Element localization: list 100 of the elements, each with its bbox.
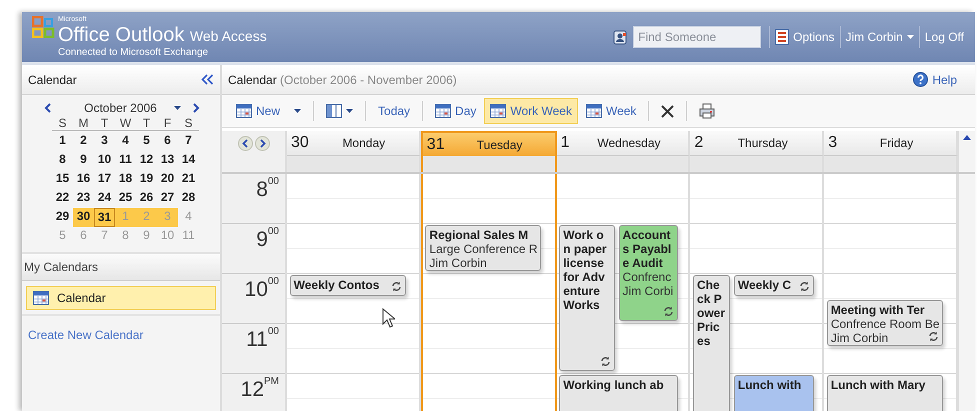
weekday-label: T [100,116,110,130]
calendar-day[interactable]: 15 [52,170,73,189]
calendar-day[interactable]: 9 [73,151,94,170]
scrollbar-track[interactable] [958,174,975,411]
calendar-day[interactable]: 12 [136,151,157,170]
columns-layout-icon [326,104,342,118]
day-header[interactable]: 3 Friday [824,131,958,156]
calendar-day[interactable]: 1 [52,132,73,151]
weekday-label: W [118,116,132,130]
dropdown-caret-icon [346,109,354,113]
recurrence-icon [799,281,810,292]
calendar-event[interactable]: Lunch with Mary [826,375,943,411]
calendar-event[interactable]: Lunch with [734,375,814,411]
dropdown-caret-icon [294,109,302,113]
options-list-icon [775,29,790,45]
calendar-day[interactable]: 13 [157,151,178,170]
calendar-day[interactable]: 21 [178,170,199,189]
calendar-day[interactable]: 8 [52,151,73,170]
all-day-cell[interactable] [824,156,958,172]
day-header[interactable]: 30 Monday [287,131,421,156]
hour-label: 9$^{00}$ [256,228,279,251]
calendar-day[interactable]: 29 [52,208,73,227]
calendar-day[interactable]: 10 [94,151,115,170]
collapse-icon[interactable] [201,74,214,85]
calendar-day[interactable]: 14 [178,151,199,170]
calendar-event[interactable]: Regional Sales M Large Conference R Jim Corbin [425,225,542,271]
next-week-icon[interactable] [254,136,270,151]
day-header[interactable]: 1 Wednesday [556,131,690,156]
help-link[interactable]: Help [913,72,957,87]
calendar-event[interactable]: Accounts Payable Audit Confrenc Jim Corbi [618,225,678,321]
calendar-day[interactable]: 22 [52,189,73,208]
calendar-day[interactable]: 2 [73,132,94,151]
printer-icon [699,103,716,119]
calendar-day[interactable]: 19 [136,170,157,189]
day-header[interactable]: 31 Tuesday [420,131,557,156]
calendar-day[interactable]: 28 [178,189,199,208]
product-title: Office Outlook Web Access [58,24,267,46]
calendar-day[interactable]: 25 [115,189,136,208]
calendar-event[interactable]: Weekly C [734,275,814,296]
previous-week-icon[interactable] [238,136,252,151]
calendar-day[interactable]: 3 [94,132,115,151]
calendar-event[interactable]: Working lunch ab [559,375,678,411]
calendar-day[interactable]: 27 [157,189,178,208]
recurrence-icon [600,356,611,367]
calendar-day[interactable]: 11 [115,151,136,170]
recurrence-icon [390,281,402,292]
address-book-icon[interactable] [612,30,628,44]
view-button[interactable]: Work Week [484,98,578,124]
calendar-day[interactable]: 5 [136,132,157,151]
mouse-pointer-icon [382,308,395,328]
all-day-cell[interactable] [556,156,690,172]
view-title: Calendar (October 2006 - November 2006) [228,72,457,86]
day-header[interactable]: 2 Thursday [690,131,824,156]
month-label: October 2006 [84,100,157,114]
hour-label: 11$^{00}$ [246,328,279,351]
calendar-day[interactable]: 31 [94,208,115,227]
sidebar-title: Calendar [28,72,77,86]
all-day-cell[interactable] [287,156,421,172]
calendar-event[interactable]: Work on paper license for Adventure Works [559,225,615,371]
calendar-day[interactable]: 24 [94,189,115,208]
recurrence-icon [662,306,674,317]
calendar-event[interactable]: Weekly Contos [290,275,406,296]
calendar-list-item[interactable]: Calendar [26,286,216,310]
dropdown-caret-icon [174,106,181,110]
today-button[interactable]: Today [372,98,416,124]
calendar-day[interactable]: 23 [73,189,94,208]
create-calendar-link[interactable]: Create New Calendar [28,328,144,342]
calendar-icon [435,104,452,118]
calendar-day[interactable]: 18 [115,170,136,189]
calendar-day[interactable]: 7 [178,132,199,151]
calendar-day[interactable]: 26 [136,189,157,208]
calendar-event[interactable]: Check Power Prices [693,275,730,411]
find-someone-field[interactable]: Find Someone [633,26,762,48]
hour-label: 12$^{PM}$ [240,378,279,401]
view-button[interactable]: Day [429,98,482,124]
new-button[interactable]: New [230,98,286,124]
calendar-event[interactable]: Meeting with Ter Confrence Room Be Jim Corbin [826,300,943,346]
hour-label: 10$^{00}$ [244,278,279,301]
connection-status: Connected to Microsoft Exchange [58,46,210,58]
dropdown-caret-icon [906,35,914,39]
previous-month-icon[interactable] [44,102,51,112]
calendar-day[interactable]: 30 [73,208,94,227]
section-header: My Calendars [22,254,220,281]
close-icon [661,104,674,118]
calendar-icon [490,104,506,118]
view-button[interactable]: Week [580,98,642,124]
calendar-day[interactable]: 20 [157,170,178,189]
calendar-icon [33,291,49,305]
weekday-label: M [78,116,90,130]
calendar-day[interactable]: 6 [157,132,178,151]
weekday-label: S [183,116,194,130]
all-day-cell[interactable] [420,156,557,172]
calendar-day[interactable]: 16 [73,170,94,189]
hour-label: 8$^{00}$ [256,178,279,201]
all-day-cell[interactable] [690,156,824,172]
next-month-icon[interactable] [193,102,200,112]
calendar-icon [236,104,252,118]
scroll-up-icon[interactable] [962,135,971,140]
calendar-day[interactable]: 4 [115,132,136,151]
calendar-day[interactable]: 17 [94,170,115,189]
